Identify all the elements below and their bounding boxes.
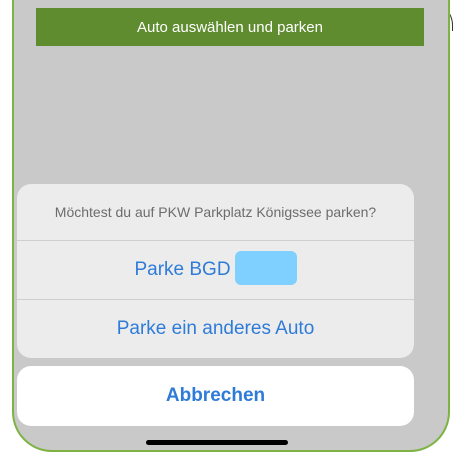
park-other-car-button[interactable]: Parke ein anderes Auto [17,299,414,358]
action-sheet-message: Möchtest du auf PKW Parkplatz Königssee … [17,184,414,241]
redacted-plate-block [234,251,297,285]
device-frame: Auto auswählen und parken Möchtest du au… [0,0,455,455]
cancel-button[interactable]: Abbrechen [17,366,414,426]
action-sheet: Möchtest du auf PKW Parkplatz Königssee … [17,184,414,358]
header-bar: Auto auswählen und parken [36,8,424,46]
park-other-car-label: Parke ein anderes Auto [116,318,315,339]
header-title: Auto auswählen und parken [137,18,323,36]
park-bgd-button[interactable]: Parke BGD [17,241,414,299]
cancel-label: Abbrechen [165,385,266,406]
park-bgd-label: Parke BGD [134,259,231,280]
home-indicator[interactable] [146,440,288,445]
